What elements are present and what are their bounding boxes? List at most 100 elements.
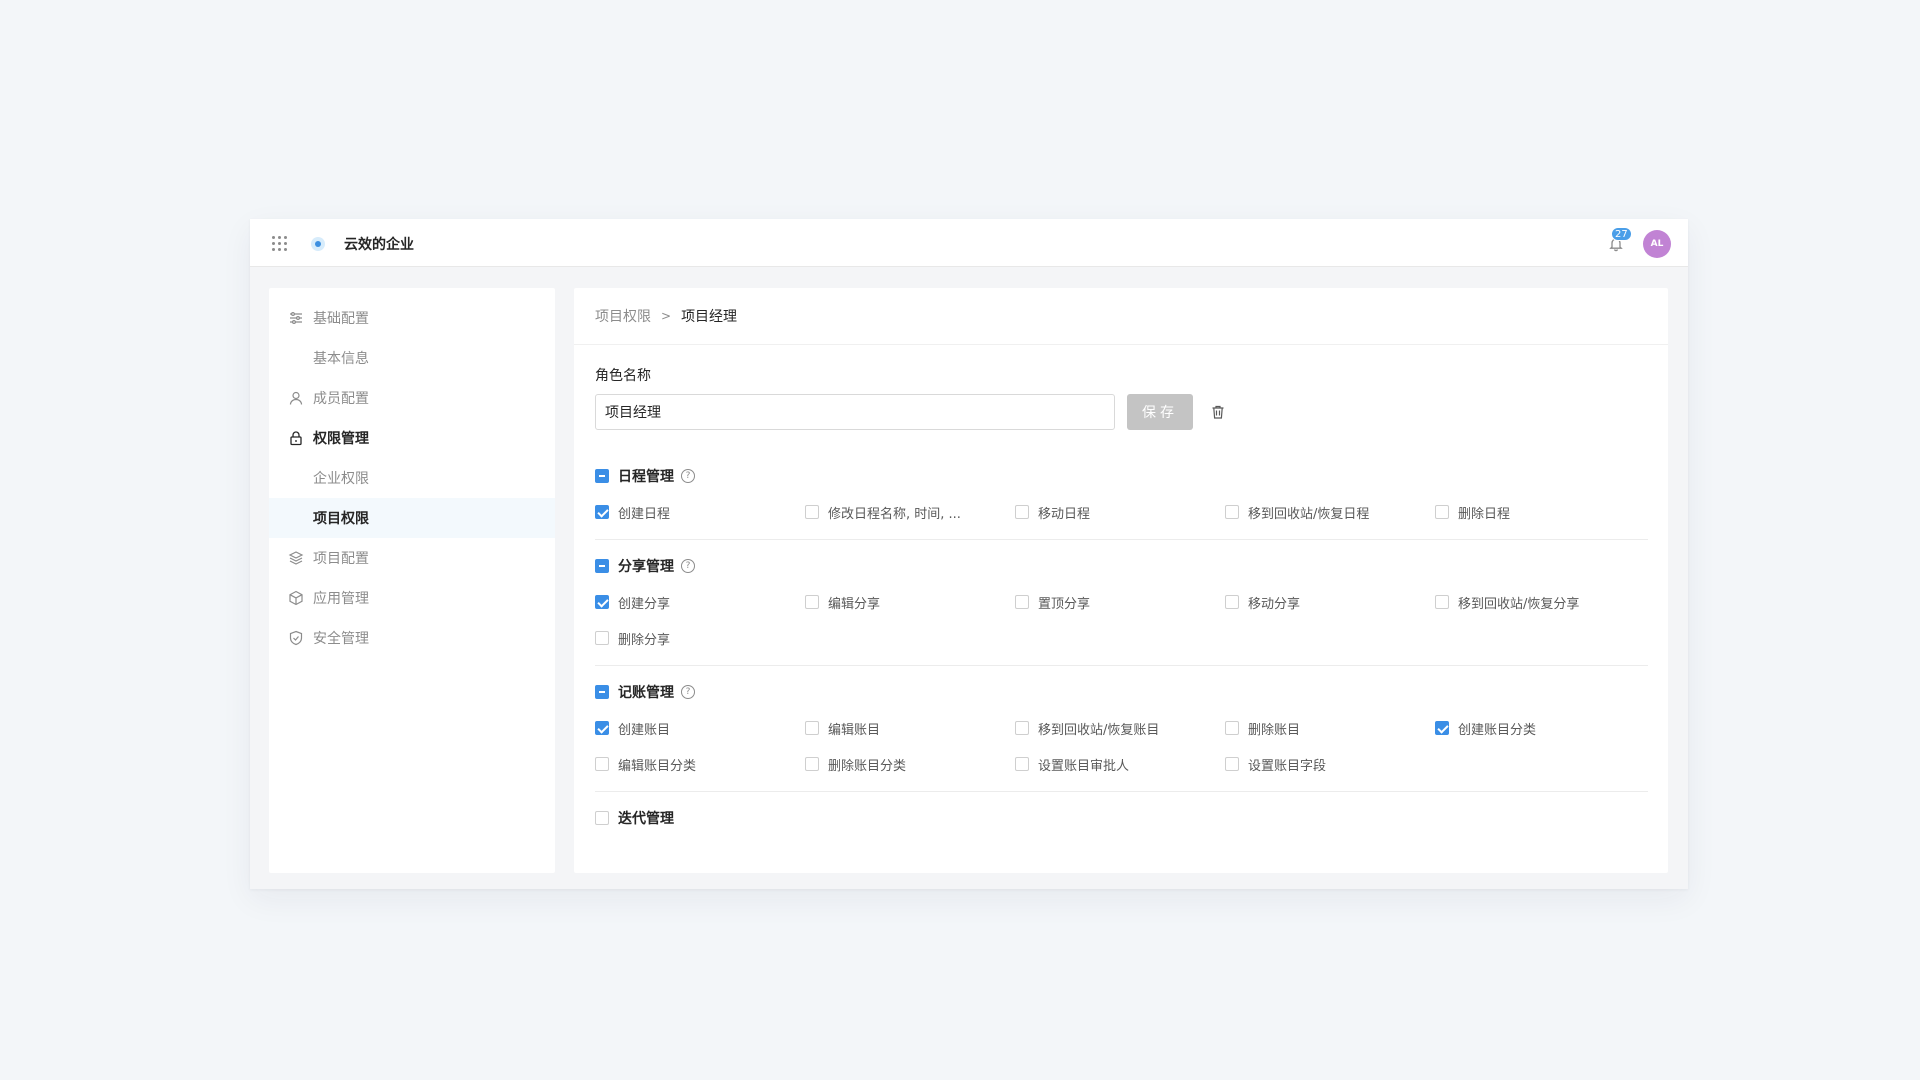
permission-checkbox[interactable] — [805, 595, 819, 609]
permission-checkbox[interactable] — [805, 757, 819, 771]
top-bar: 云效的企业 27 AL — [250, 219, 1688, 267]
permission-sections: 日程管理? 创建日程 修改日程名称, 时间, ... 移动日程 移到回收站/恢复日程 删除… — [595, 458, 1648, 836]
sidebar-item-app-management[interactable]: 应用管理 — [269, 578, 555, 618]
permission-checkbox[interactable] — [1435, 721, 1449, 735]
permission-checkbox[interactable] — [1225, 757, 1239, 771]
permission-label: 创建账目分类 — [1458, 722, 1537, 738]
permission-item[interactable]: 移到回收站/恢复账目 — [1015, 710, 1225, 746]
permission-checkbox[interactable] — [1015, 721, 1029, 735]
trash-icon[interactable] — [1209, 403, 1227, 421]
permission-label: 移动日程 — [1038, 506, 1091, 522]
section-title: 日程管理 — [618, 469, 674, 485]
permission-checkbox[interactable] — [1435, 595, 1449, 609]
permission-checkbox[interactable] — [595, 505, 609, 519]
sidebar-item-label: 项目配置 — [313, 551, 369, 567]
permission-label: 编辑账目分类 — [618, 758, 697, 774]
section-select-all-checkbox[interactable] — [595, 469, 609, 483]
sidebar-item-label: 基本信息 — [313, 351, 369, 367]
section-select-all-checkbox[interactable] — [595, 811, 609, 825]
sidebar-item-project-config[interactable]: 项目配置 — [269, 538, 555, 578]
permission-item[interactable]: 设置账目审批人 — [1015, 746, 1225, 782]
role-name-input[interactable] — [595, 394, 1115, 430]
breadcrumb: 项目权限 > 项目经理 — [574, 288, 1668, 345]
sidebar-item-label: 项目权限 — [313, 511, 369, 527]
apps-grid-icon[interactable] — [272, 236, 288, 251]
sidebar-item-label: 企业权限 — [313, 471, 369, 487]
permission-label: 移动分享 — [1248, 596, 1301, 612]
permission-item[interactable]: 创建日程 — [595, 494, 805, 530]
sidebar-item-permission-management[interactable]: 权限管理 — [269, 418, 555, 458]
permission-checkbox[interactable] — [595, 595, 609, 609]
permission-item[interactable]: 设置账目字段 — [1225, 746, 1435, 782]
permission-label: 设置账目字段 — [1248, 758, 1327, 774]
role-name-label: 角色名称 — [595, 368, 651, 384]
sidebar-item-label: 权限管理 — [313, 431, 369, 447]
sliders-icon — [287, 309, 305, 327]
permission-item[interactable]: 编辑账目分类 — [595, 746, 805, 782]
permission-checkbox[interactable] — [1225, 721, 1239, 735]
permission-checkbox[interactable] — [1015, 757, 1029, 771]
permission-checkbox[interactable] — [805, 505, 819, 519]
permission-item[interactable]: 移到回收站/恢复分享 — [1435, 584, 1645, 620]
sidebar-item-project-permissions[interactable]: 项目权限 — [269, 498, 555, 538]
permission-item[interactable]: 创建账目分类 — [1435, 710, 1645, 746]
permission-label: 移到回收站/恢复账目 — [1038, 722, 1160, 738]
save-button[interactable]: 保存 — [1127, 394, 1193, 430]
sidebar-item-security-management[interactable]: 安全管理 — [269, 618, 555, 658]
section-select-all-checkbox[interactable] — [595, 559, 609, 573]
permission-checkbox[interactable] — [595, 721, 609, 735]
permission-label: 设置账目审批人 — [1038, 758, 1130, 774]
permission-checkbox[interactable] — [1015, 595, 1029, 609]
permission-item[interactable]: 移动日程 — [1015, 494, 1225, 530]
sidebar-item-enterprise-permissions[interactable]: 企业权限 — [269, 458, 555, 498]
permission-checkbox[interactable] — [1435, 505, 1449, 519]
permission-item[interactable]: 编辑分享 — [805, 584, 1015, 620]
permission-item[interactable]: 创建分享 — [595, 584, 805, 620]
permission-checkbox[interactable] — [1015, 505, 1029, 519]
section-header: 日程管理? — [595, 458, 1648, 494]
permission-label: 编辑分享 — [828, 596, 881, 612]
permission-section: 迭代管理 — [595, 800, 1648, 836]
permission-item[interactable]: 编辑账目 — [805, 710, 1015, 746]
permission-item[interactable]: 删除账目分类 — [805, 746, 1015, 782]
sidebar-item-label: 应用管理 — [313, 591, 369, 607]
permission-label: 删除账目分类 — [828, 758, 907, 774]
permission-item[interactable]: 删除日程 — [1435, 494, 1645, 530]
permission-item[interactable]: 置顶分享 — [1015, 584, 1225, 620]
permission-label: 删除分享 — [618, 632, 671, 648]
section-title: 迭代管理 — [618, 811, 674, 827]
user-avatar[interactable]: AL — [1643, 230, 1671, 258]
permission-label: 删除日程 — [1458, 506, 1511, 522]
help-icon[interactable]: ? — [681, 469, 695, 483]
permission-grid: 创建账目 编辑账目 移到回收站/恢复账目 删除账目 创建账目分类编辑账目分类 删除账目分类… — [595, 710, 1648, 782]
sidebar-item-basic-config[interactable]: 基础配置 — [269, 298, 555, 338]
permission-label: 移到回收站/恢复分享 — [1458, 596, 1580, 612]
org-name[interactable]: 云效的企业 — [344, 234, 414, 254]
sidebar-item-basic-info[interactable]: 基本信息 — [269, 338, 555, 378]
permission-checkbox[interactable] — [595, 631, 609, 645]
permission-checkbox[interactable] — [595, 757, 609, 771]
permission-label: 置顶分享 — [1038, 596, 1091, 612]
permission-grid: 创建分享 编辑分享 置顶分享 移动分享 移到回收站/恢复分享删除分享 — [595, 584, 1648, 656]
permission-item[interactable]: 删除分享 — [595, 620, 805, 656]
permission-checkbox[interactable] — [805, 721, 819, 735]
breadcrumb-current: 项目经理 — [681, 309, 738, 325]
permission-label: 修改日程名称, 时间, ... — [828, 506, 961, 522]
permission-label: 创建分享 — [618, 596, 671, 612]
permission-checkbox[interactable] — [1225, 505, 1239, 519]
permission-item[interactable]: 移到回收站/恢复日程 — [1225, 494, 1435, 530]
breadcrumb-parent-link[interactable]: 项目权限 — [595, 306, 651, 326]
sidebar-item-member-config[interactable]: 成员配置 — [269, 378, 555, 418]
section-header: 记账管理? — [595, 674, 1648, 710]
permission-item[interactable]: 创建账目 — [595, 710, 805, 746]
permission-item[interactable]: 删除账目 — [1225, 710, 1435, 746]
permission-item[interactable]: 修改日程名称, 时间, ... — [805, 494, 1015, 530]
permission-item[interactable]: 移动分享 — [1225, 584, 1435, 620]
section-header: 迭代管理 — [595, 800, 1648, 836]
sidebar-item-label: 基础配置 — [313, 311, 369, 327]
help-icon[interactable]: ? — [681, 685, 695, 699]
permission-label: 删除账目 — [1248, 722, 1301, 738]
permission-checkbox[interactable] — [1225, 595, 1239, 609]
section-select-all-checkbox[interactable] — [595, 685, 609, 699]
help-icon[interactable]: ? — [681, 559, 695, 573]
